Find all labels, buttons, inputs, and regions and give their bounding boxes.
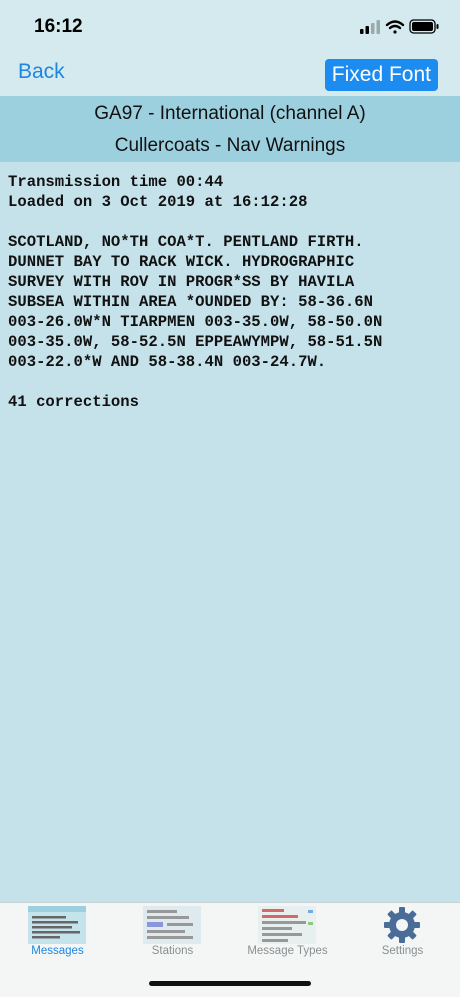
status-icons xyxy=(360,19,439,34)
back-button[interactable]: Back xyxy=(18,60,65,84)
corrections-count: 41 corrections xyxy=(8,393,140,411)
cellular-signal-icon xyxy=(360,20,380,34)
message-body-line: SCOTLAND, NO*TH COA*T. PENTLAND FIRTH. xyxy=(8,233,364,251)
tab-label: Messages xyxy=(31,945,84,957)
transmission-time: Transmission time 00:44 xyxy=(8,173,224,191)
message-body-line: DUNNET BAY TO RACK WICK. HYDROGRAPHIC xyxy=(8,253,355,271)
status-bar: 16:12 xyxy=(0,0,460,54)
home-indicator[interactable] xyxy=(149,981,311,986)
tab-label: Settings xyxy=(381,945,424,957)
tab-settings[interactable]: Settings xyxy=(345,903,460,965)
gear-icon xyxy=(384,907,420,943)
tab-messages[interactable]: Messages xyxy=(0,903,115,965)
tab-label: Stations xyxy=(151,945,194,957)
battery-icon xyxy=(409,19,439,34)
tab-message-types[interactable]: Message Types xyxy=(230,903,345,965)
message-body-line: SUBSEA WITHIN AREA *OUNDED BY: 58-36.6N xyxy=(8,293,373,311)
message-types-icon xyxy=(258,906,316,944)
message-body-line: SURVEY WITH ROV IN PROGR*SS BY HAVILA xyxy=(8,273,355,291)
navigation-bar: Back Fixed Font xyxy=(0,54,460,96)
message-header: GA97 - International (channel A) Cullerc… xyxy=(0,96,460,162)
stations-icon xyxy=(143,906,201,944)
loaded-timestamp: Loaded on 3 Oct 2019 at 16:12:28 xyxy=(8,193,308,211)
fixed-font-button[interactable]: Fixed Font xyxy=(324,59,438,91)
tab-label: Message Types xyxy=(247,945,328,957)
wifi-icon xyxy=(385,20,405,34)
page-title: Cullercoats - Nav Warnings xyxy=(114,135,346,156)
message-body-line: 003-22.0*W AND 58-38.4N 003-24.7W. xyxy=(8,353,327,371)
messages-icon xyxy=(28,906,86,944)
message-text-panel[interactable]: Transmission time 00:44 Loaded on 3 Oct … xyxy=(2,162,458,902)
message-body-line: 003-35.0W, 58-52.5N EPPEAWYMPW, 58-51.5N xyxy=(8,333,383,351)
status-time: 16:12 xyxy=(34,16,83,37)
station-channel-label: GA97 - International (channel A) xyxy=(94,103,366,124)
tab-stations[interactable]: Stations xyxy=(115,903,230,965)
message-body-line: 003-26.0W*N TIARPMEN 003-35.0W, 58-50.0N xyxy=(8,313,383,331)
